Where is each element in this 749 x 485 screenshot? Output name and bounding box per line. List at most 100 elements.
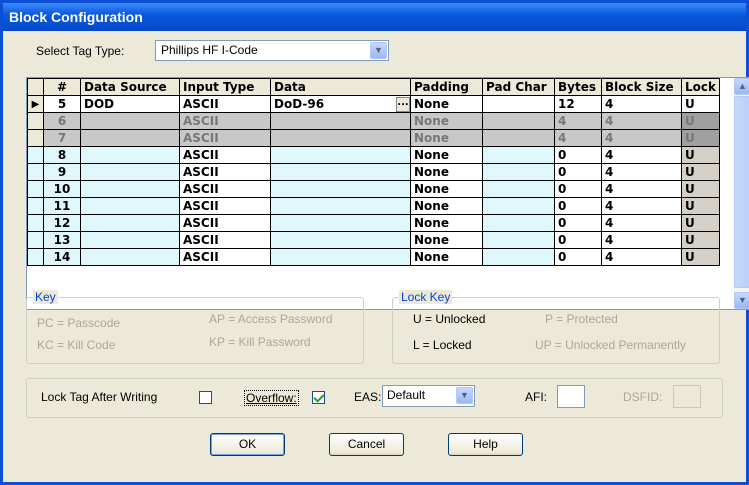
cell-pad-char[interactable]	[482, 112, 555, 130]
cell-input-type[interactable]: ASCII	[179, 95, 271, 113]
chevron-down-icon[interactable]: ▼	[370, 42, 387, 59]
eas-select[interactable]: Default ▼	[382, 385, 475, 407]
cell-input-type[interactable]: ASCII	[179, 146, 271, 164]
table-row[interactable]: 13 ASCII None 0 4 U	[27, 231, 720, 249]
cell-num[interactable]: 8	[43, 146, 81, 164]
table-row[interactable]: ▶ 5 DOD ASCII DoD-96... None 12 4 U	[27, 95, 720, 113]
cell-bytes[interactable]: 0	[554, 163, 602, 181]
cell-data[interactable]	[270, 163, 411, 181]
cell-pad-char[interactable]	[482, 197, 555, 215]
cell-block-size[interactable]: 4	[601, 197, 682, 215]
cell-input-type[interactable]: ASCII	[179, 163, 271, 181]
lock-tag-checkbox[interactable]	[199, 391, 212, 404]
cell-bytes[interactable]: 0	[554, 146, 602, 164]
cell-num[interactable]: 14	[43, 248, 81, 266]
cell-bytes[interactable]: 0	[554, 214, 602, 232]
cell-num[interactable]: 7	[43, 129, 81, 147]
cell-padding[interactable]: None	[410, 231, 483, 249]
ok-button[interactable]: OK	[210, 433, 285, 456]
column-header-num[interactable]: #	[43, 78, 81, 96]
cell-num[interactable]: 11	[43, 197, 81, 215]
cell-data[interactable]	[270, 214, 411, 232]
row-indicator[interactable]	[27, 248, 44, 266]
cell-data[interactable]	[270, 197, 411, 215]
cell-data-source[interactable]	[80, 112, 180, 130]
cell-input-type[interactable]: ASCII	[179, 180, 271, 198]
cell-data-source[interactable]	[80, 197, 180, 215]
row-indicator[interactable]	[27, 197, 44, 215]
afi-input[interactable]	[557, 385, 585, 408]
cell-block-size[interactable]: 4	[601, 214, 682, 232]
cell-num[interactable]: 12	[43, 214, 81, 232]
cell-data[interactable]	[270, 248, 411, 266]
cell-data-source[interactable]	[80, 180, 180, 198]
cell-block-size[interactable]: 4	[601, 129, 682, 147]
current-row-indicator-icon[interactable]: ▶	[27, 95, 44, 113]
tag-type-select[interactable]: Phillips HF I-Code ▼	[155, 40, 389, 61]
cell-lock[interactable]: U	[681, 95, 720, 113]
table-row[interactable]: 12 ASCII None 0 4 U	[27, 214, 720, 232]
block-grid[interactable]: # Data Source Input Type Data Padding Pa…	[26, 77, 749, 310]
cell-pad-char[interactable]	[482, 129, 555, 147]
cell-lock[interactable]: U	[681, 163, 720, 181]
cell-data-source[interactable]	[80, 214, 180, 232]
cell-pad-char[interactable]	[482, 231, 555, 249]
cell-input-type[interactable]: ASCII	[179, 129, 271, 147]
cell-pad-char[interactable]	[482, 214, 555, 232]
row-indicator[interactable]	[27, 231, 44, 249]
cell-lock[interactable]: U	[681, 180, 720, 198]
cell-padding[interactable]: None	[410, 248, 483, 266]
cell-padding[interactable]: None	[410, 95, 483, 113]
table-row[interactable]: 6 ASCII None 4 4 U	[27, 112, 720, 130]
cell-data-source[interactable]	[80, 231, 180, 249]
cell-data-source[interactable]	[80, 248, 180, 266]
cell-data[interactable]	[270, 129, 411, 147]
table-row[interactable]: 10 ASCII None 0 4 U	[27, 180, 720, 198]
cell-block-size[interactable]: 4	[601, 95, 682, 113]
cancel-button[interactable]: Cancel	[329, 433, 404, 456]
cell-padding[interactable]: None	[410, 197, 483, 215]
overflow-checkbox[interactable]	[312, 391, 325, 404]
cell-lock[interactable]: U	[681, 146, 720, 164]
cell-input-type[interactable]: ASCII	[179, 197, 271, 215]
cell-padding[interactable]: None	[410, 129, 483, 147]
column-header-padding[interactable]: Padding	[410, 78, 483, 96]
row-indicator[interactable]	[27, 214, 44, 232]
cell-bytes[interactable]: 0	[554, 248, 602, 266]
cell-input-type[interactable]: ASCII	[179, 112, 271, 130]
cell-padding[interactable]: None	[410, 214, 483, 232]
table-row[interactable]: 11 ASCII None 0 4 U	[27, 197, 720, 215]
cell-block-size[interactable]: 4	[601, 248, 682, 266]
cell-input-type[interactable]: ASCII	[179, 214, 271, 232]
cell-lock[interactable]: U	[681, 129, 720, 147]
cell-bytes[interactable]: 0	[554, 180, 602, 198]
cell-pad-char[interactable]	[482, 146, 555, 164]
row-indicator[interactable]	[27, 129, 44, 147]
cell-padding[interactable]: None	[410, 180, 483, 198]
cell-lock[interactable]: U	[681, 231, 720, 249]
cell-data[interactable]	[270, 231, 411, 249]
cell-num[interactable]: 5	[43, 95, 81, 113]
row-indicator[interactable]	[27, 180, 44, 198]
column-header-data[interactable]: Data	[270, 78, 411, 96]
cell-input-type[interactable]: ASCII	[179, 248, 271, 266]
column-header-pad-char[interactable]: Pad Char	[482, 78, 555, 96]
cell-block-size[interactable]: 4	[601, 146, 682, 164]
column-header-input-type[interactable]: Input Type	[179, 78, 271, 96]
cell-block-size[interactable]: 4	[601, 231, 682, 249]
cell-num[interactable]: 9	[43, 163, 81, 181]
cell-num[interactable]: 6	[43, 112, 81, 130]
cell-pad-char[interactable]	[482, 180, 555, 198]
cell-block-size[interactable]: 4	[601, 112, 682, 130]
cell-bytes[interactable]: 0	[554, 231, 602, 249]
grid-vertical-scrollbar[interactable]: ▲ ▼	[734, 78, 749, 309]
column-header-lock[interactable]: Lock	[681, 78, 720, 96]
cell-pad-char[interactable]	[482, 163, 555, 181]
cell-bytes[interactable]: 4	[554, 129, 602, 147]
data-ellipsis-button[interactable]: ...	[396, 96, 410, 112]
cell-lock[interactable]: U	[681, 214, 720, 232]
cell-bytes[interactable]: 0	[554, 197, 602, 215]
table-row[interactable]: 9 ASCII None 0 4 U	[27, 163, 720, 181]
column-header-bytes[interactable]: Bytes	[554, 78, 602, 96]
cell-block-size[interactable]: 4	[601, 163, 682, 181]
